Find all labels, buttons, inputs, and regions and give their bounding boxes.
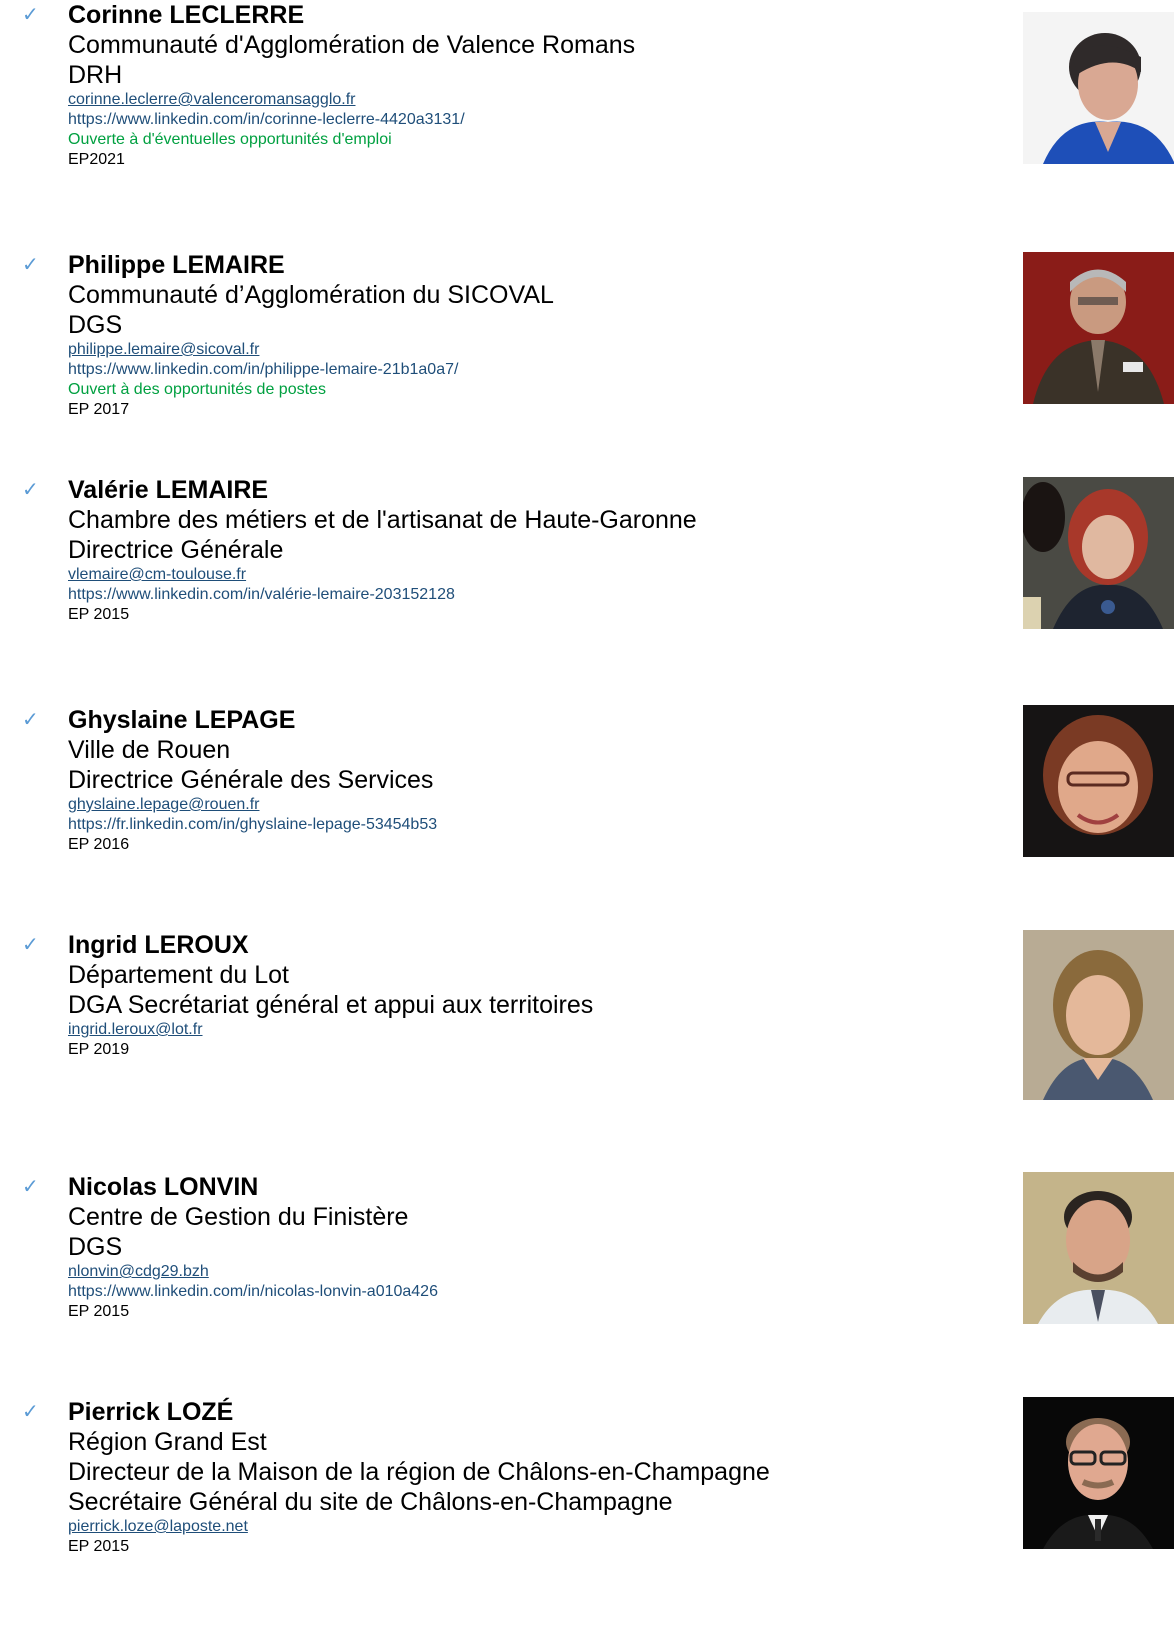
organization: Chambre des métiers et de l'artisanat de… bbox=[68, 506, 697, 534]
promotion-year: EP 2016 bbox=[68, 836, 130, 853]
entry-info: Philippe LEMAIRE Communauté d’Agglomérat… bbox=[68, 250, 554, 419]
person-name: Ghyslaine LEPAGE bbox=[68, 706, 296, 734]
promotion-year: EP 2015 bbox=[68, 1538, 130, 1555]
availability-note: Ouvert à des opportunités de postes bbox=[68, 381, 326, 398]
linkedin-url[interactable]: https://fr.linkedin.com/in/ghyslaine-lep… bbox=[68, 815, 437, 835]
job-title: DGS bbox=[68, 1233, 123, 1261]
availability-note: Ouverte à d'éventuelles opportunités d'e… bbox=[68, 131, 392, 148]
linkedin-url[interactable]: https://www.linkedin.com/in/nicolas-lonv… bbox=[68, 1282, 438, 1302]
linkedin-url[interactable]: https://www.linkedin.com/in/valérie-lema… bbox=[68, 585, 697, 605]
entry-info: Pierrick LOZÉ Région Grand Est Directeur… bbox=[68, 1397, 770, 1556]
promotion-year: EP 2015 bbox=[68, 606, 130, 623]
entry-info: Ingrid LEROUX Département du Lot DGA Sec… bbox=[68, 930, 593, 1059]
portrait-photo bbox=[1023, 477, 1174, 629]
organization: Communauté d’Agglomération du SICOVAL bbox=[68, 281, 554, 309]
entry-info: Ghyslaine LEPAGE Ville de Rouen Directri… bbox=[68, 705, 437, 854]
email-link[interactable]: philippe.lemaire@sicoval.fr bbox=[68, 340, 554, 360]
portrait-photo bbox=[1023, 930, 1174, 1100]
check-mark-icon: ✓ bbox=[22, 1399, 39, 1423]
email-link[interactable]: vlemaire@cm-toulouse.fr bbox=[68, 565, 697, 585]
organization: Région Grand Est bbox=[68, 1428, 267, 1456]
job-title: Directeur de la Maison de la région de C… bbox=[68, 1458, 770, 1486]
promotion-year: EP 2015 bbox=[68, 1303, 130, 1320]
linkedin-url[interactable]: https://www.linkedin.com/in/corinne-lecl… bbox=[68, 110, 635, 130]
promotion-year: EP 2019 bbox=[68, 1041, 130, 1058]
person-name: Corinne LECLERRE bbox=[68, 1, 305, 29]
person-name: Ingrid LEROUX bbox=[68, 931, 249, 959]
email-link[interactable]: ghyslaine.lepage@rouen.fr bbox=[68, 795, 437, 815]
portrait-photo bbox=[1023, 12, 1174, 164]
promotion-year: EP 2017 bbox=[68, 401, 130, 418]
person-name: Valérie LEMAIRE bbox=[68, 476, 269, 504]
portrait-photo bbox=[1023, 705, 1174, 857]
person-name: Pierrick LOZÉ bbox=[68, 1398, 234, 1426]
organization: Centre de Gestion du Finistère bbox=[68, 1203, 409, 1231]
check-mark-icon: ✓ bbox=[22, 1174, 39, 1198]
job-title: DGS bbox=[68, 311, 123, 339]
entry-info: Corinne LECLERRE Communauté d'Agglomérat… bbox=[68, 0, 635, 169]
check-mark-icon: ✓ bbox=[22, 2, 39, 26]
job-title: Directrice Générale bbox=[68, 536, 284, 564]
job-title: Secrétaire Général du site de Châlons-en… bbox=[68, 1488, 673, 1516]
linkedin-url[interactable]: https://www.linkedin.com/in/philippe-lem… bbox=[68, 360, 554, 380]
check-mark-icon: ✓ bbox=[22, 932, 39, 956]
email-link[interactable]: ingrid.leroux@lot.fr bbox=[68, 1020, 593, 1040]
entry-info: Valérie LEMAIRE Chambre des métiers et d… bbox=[68, 475, 697, 624]
email-link[interactable]: corinne.leclerre@valenceromansagglo.fr bbox=[68, 90, 635, 110]
organization: Ville de Rouen bbox=[68, 736, 231, 764]
check-mark-icon: ✓ bbox=[22, 252, 39, 276]
portrait-photo bbox=[1023, 1172, 1174, 1324]
person-name: Philippe LEMAIRE bbox=[68, 251, 285, 279]
check-mark-icon: ✓ bbox=[22, 707, 39, 731]
organization: Communauté d'Agglomération de Valence Ro… bbox=[68, 31, 636, 59]
email-link[interactable]: nlonvin@cdg29.bzh bbox=[68, 1262, 438, 1282]
portrait-photo bbox=[1023, 252, 1174, 404]
check-mark-icon: ✓ bbox=[22, 477, 39, 501]
job-title: DRH bbox=[68, 61, 123, 89]
job-title: DGA Secrétariat général et appui aux ter… bbox=[68, 991, 594, 1019]
promotion-year: EP2021 bbox=[68, 151, 125, 168]
email-link[interactable]: pierrick.loze@laposte.net bbox=[68, 1517, 770, 1537]
portrait-photo bbox=[1023, 1397, 1174, 1549]
organization: Département du Lot bbox=[68, 961, 289, 989]
job-title: Directrice Générale des Services bbox=[68, 766, 434, 794]
person-name: Nicolas LONVIN bbox=[68, 1173, 259, 1201]
entry-info: Nicolas LONVIN Centre de Gestion du Fini… bbox=[68, 1172, 438, 1321]
